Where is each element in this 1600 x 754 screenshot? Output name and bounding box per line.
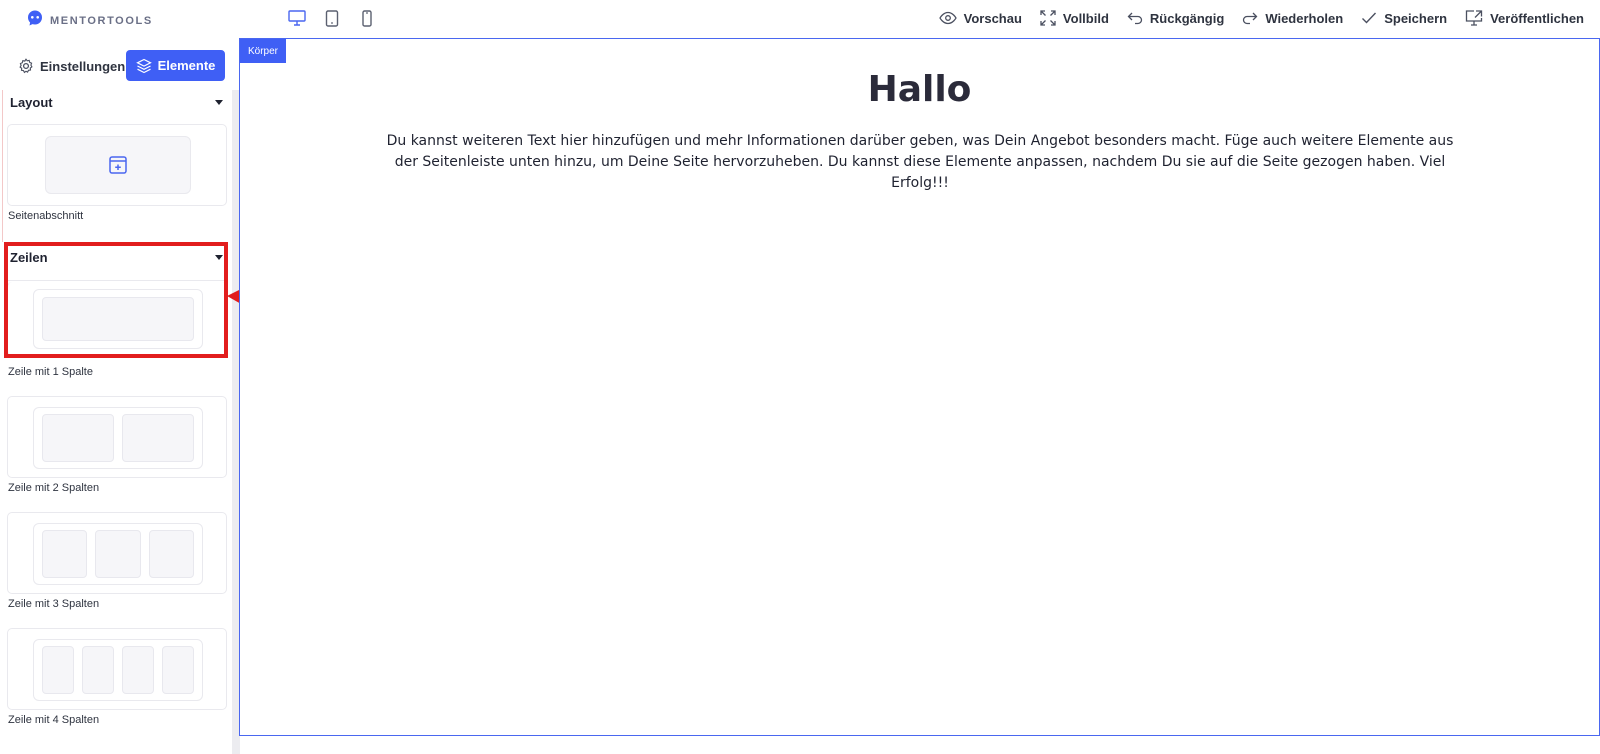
row-4-columns-preview	[33, 639, 203, 701]
top-bar: MENTORTOOLS Vorschau Vollbild Rückgängig…	[0, 0, 1600, 38]
layout-section-title: Layout	[10, 94, 53, 110]
element-label: Zeile mit 4 Spalten	[8, 714, 100, 726]
redo-button[interactable]: Wiederholen	[1242, 8, 1343, 28]
mobile-icon	[362, 9, 372, 27]
element-card-row-3-columns[interactable]	[7, 512, 227, 594]
mentortools-logo-icon	[26, 9, 44, 32]
page-canvas[interactable]: Körper Hallo Du kannst weiteren Text hie…	[239, 38, 1600, 736]
row-2-columns-preview	[33, 407, 203, 469]
save-label: Speichern	[1384, 10, 1448, 26]
column-placeholder	[42, 414, 114, 462]
preview-button[interactable]: Vorschau	[938, 8, 1022, 28]
row-1-column-preview	[33, 289, 203, 349]
toolbar-actions: Vorschau Vollbild Rückgängig Wiederholen…	[938, 8, 1584, 28]
app-logo[interactable]: MENTORTOOLS	[26, 9, 153, 32]
column-placeholder	[42, 646, 74, 694]
element-card-row-2-columns[interactable]	[7, 396, 227, 478]
preview-label: Vorschau	[963, 10, 1022, 26]
gear-icon	[19, 58, 33, 74]
tab-elements-label: Elemente	[157, 58, 216, 73]
element-label: Zeile mit 1 Spalte	[8, 366, 93, 378]
section-divider	[7, 280, 227, 281]
publish-label: Veröffentlichen	[1490, 10, 1584, 26]
redo-label: Wiederholen	[1265, 10, 1344, 26]
tablet-view-button[interactable]	[321, 8, 343, 28]
undo-button[interactable]: Rückgängig	[1127, 8, 1224, 28]
eye-icon	[938, 11, 957, 25]
save-button[interactable]: Speichern	[1361, 8, 1447, 28]
tablet-icon	[325, 9, 339, 27]
section-accent-line	[2, 90, 3, 242]
column-placeholder	[95, 530, 141, 578]
page-section-preview	[45, 136, 191, 194]
tab-settings[interactable]: Einstellungen	[18, 53, 125, 79]
column-placeholder	[82, 646, 114, 694]
rows-section-header[interactable]: Zeilen	[10, 245, 225, 269]
redo-icon	[1243, 12, 1258, 25]
desktop-icon	[288, 10, 306, 26]
caret-down-icon	[215, 99, 223, 105]
undo-label: Rückgängig	[1149, 10, 1225, 26]
publish-icon	[1465, 10, 1483, 26]
row-3-columns-preview	[33, 523, 203, 585]
desktop-view-button[interactable]	[286, 8, 308, 28]
fullscreen-icon	[1040, 10, 1056, 26]
sidebar-tabs: Einstellungen Elemente	[0, 50, 232, 82]
element-label: Zeile mit 2 Spalten	[8, 482, 100, 494]
page-text[interactable]: Du kannst weiteren Text hier hinzufügen …	[380, 131, 1460, 194]
column-placeholder	[148, 530, 194, 578]
column-placeholder	[122, 414, 194, 462]
rows-section-title: Zeilen	[10, 249, 48, 265]
column-placeholder	[122, 646, 154, 694]
element-card-row-1-column[interactable]	[7, 282, 227, 356]
add-section-icon	[109, 156, 127, 174]
element-card-row-4-columns[interactable]	[7, 628, 227, 710]
column-placeholder	[42, 530, 88, 578]
page-title[interactable]: Hallo	[240, 69, 1599, 110]
device-switcher	[286, 8, 378, 28]
publish-button[interactable]: Veröffentlichen	[1465, 8, 1584, 28]
mobile-view-button[interactable]	[356, 8, 378, 28]
undo-icon	[1127, 12, 1143, 25]
fullscreen-button[interactable]: Vollbild	[1040, 8, 1109, 28]
caret-down-icon	[215, 254, 223, 260]
layers-icon	[135, 58, 152, 73]
element-label: Seitenabschnitt	[8, 210, 84, 222]
element-card-page-section[interactable]	[7, 124, 227, 206]
tab-settings-label: Einstellungen	[40, 58, 126, 74]
fullscreen-label: Vollbild	[1062, 10, 1109, 26]
column-placeholder	[42, 297, 194, 341]
column-placeholder	[162, 646, 194, 694]
tab-elements[interactable]: Elemente	[126, 50, 225, 81]
element-label: Zeile mit 3 Spalten	[8, 598, 100, 610]
layout-section-header[interactable]: Layout	[10, 90, 225, 114]
elements-sidebar: Einstellungen Elemente Layout Seitenabsc…	[0, 38, 240, 754]
logo-text: MENTORTOOLS	[50, 14, 153, 27]
check-icon	[1362, 12, 1377, 24]
body-element-tag[interactable]: Körper	[240, 39, 286, 63]
